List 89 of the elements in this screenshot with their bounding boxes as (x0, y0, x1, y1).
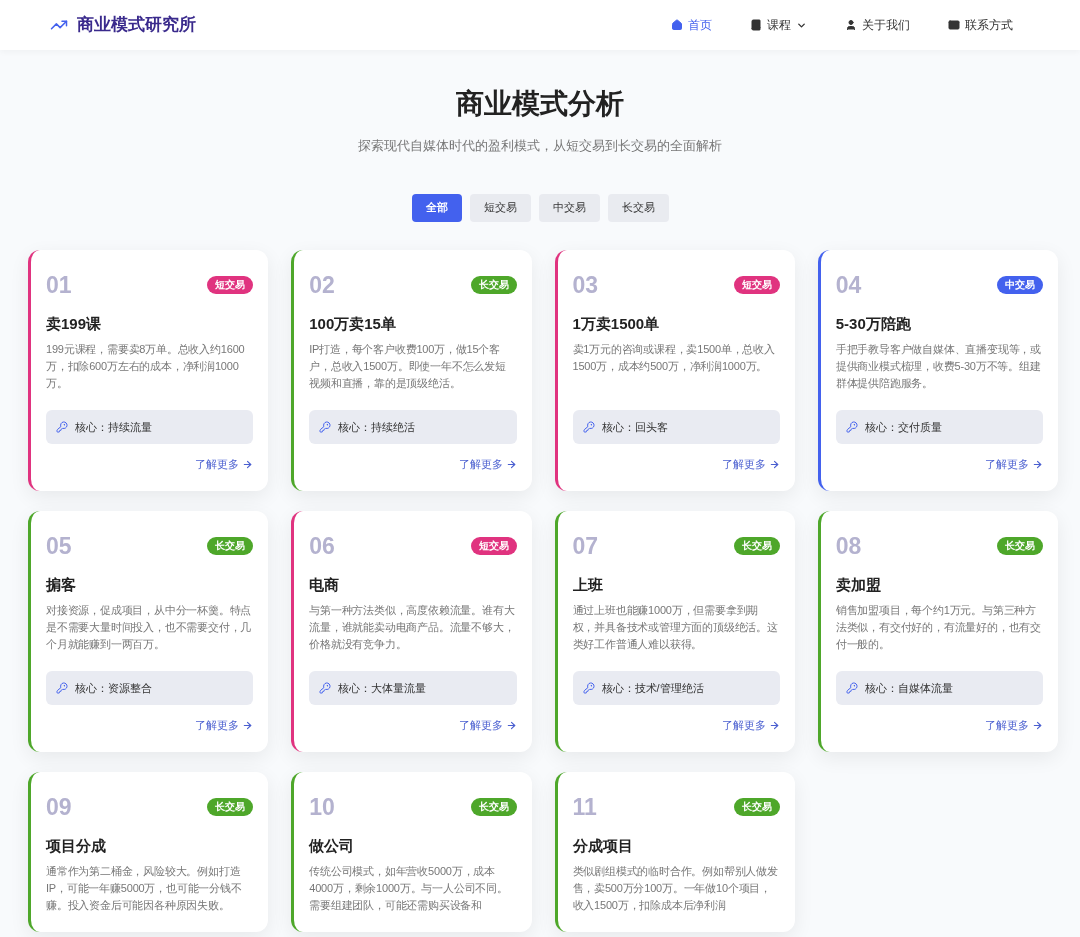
card-number: 10 (309, 795, 335, 819)
tag: 长交易 (470, 276, 517, 295)
card-description: 通常作为第二桶金，风险较大。例如打造IP，可能一年赚5000万，也可能一分钱不赚。投入资金后可能因各种原因失败。 (46, 864, 243, 914)
arrow-right-icon (242, 720, 254, 731)
arrow-right-icon (1032, 720, 1043, 731)
page-subtitle: 探索现代自媒体时代的盈利模式，从短交易到长交易的全面解析 (358, 138, 722, 155)
filter-tab[interactable]: 长交易 (607, 193, 669, 222)
card-number: 04 (835, 273, 862, 297)
core-text: 核心：大体量流量 (338, 681, 427, 696)
filter-tab[interactable]: 短交易 (469, 193, 531, 222)
nav-link[interactable]: 关于我们 (845, 16, 910, 34)
key-icon (845, 682, 858, 695)
card-title: 分成项目 (572, 835, 634, 856)
arrow-right-icon (768, 459, 780, 470)
home-icon (671, 19, 683, 31)
learn-more-link[interactable]: 了解更多 (195, 717, 254, 734)
tag: 短交易 (470, 537, 517, 556)
learn-more-link[interactable]: 了解更多 (721, 456, 780, 473)
page-title: 商业模式分析 (456, 87, 624, 121)
card-description: 销售加盟项目，每个约1万元。与第三种方法类似，有交付好的，有流量好的，也有交付一般的。 (835, 603, 1042, 653)
key-icon (845, 421, 858, 434)
tag: 长交易 (733, 798, 780, 817)
card-description: IP打造，每个客户收费100万，做15个客户，总收入1500万。即使一年不怎么发短视频和直播，靠的是顶级绝活。 (309, 342, 507, 392)
card-number: 03 (572, 273, 599, 297)
tag: 长交易 (997, 537, 1043, 556)
key-icon (319, 421, 332, 434)
card-title: 做公司 (309, 835, 356, 856)
core-text: 核心：技术/管理绝活 (601, 681, 704, 696)
key-icon (56, 421, 68, 434)
tag: 长交易 (733, 537, 780, 556)
card-number: 06 (309, 534, 335, 558)
card-number: 05 (46, 534, 72, 558)
card-description: 199元课程，需要卖8万单。总收入约1600万，扣除600万左右的成本，净利润1000万。 (46, 342, 246, 392)
learn-more-link[interactable]: 了解更多 (985, 456, 1043, 473)
card-description: 类似剧组模式的临时合作。例如帮别人做发售，卖500万分100万。一年做10个项目，收入1500万，扣除成本后净利润 (572, 864, 779, 914)
core-text: 核心：持续流量 (75, 420, 152, 435)
card-description: 与第一种方法类似，高度依赖流量。谁有大流量，谁就能卖动电商产品。流量不够大，价格就没有竞争力。 (309, 603, 516, 653)
filter-tab[interactable]: 中交易 (538, 193, 600, 222)
user-icon (845, 19, 857, 31)
card-description: 通过上班也能赚1000万，但需要拿到期权，并具备技术或管理方面的顶级绝活。这类好工作普通人难以获得。 (572, 603, 779, 653)
learn-more-link[interactable]: 了解更多 (985, 717, 1043, 734)
core-text: 核心：回头客 (601, 420, 668, 435)
core-text: 核心：持续绝活 (338, 420, 416, 435)
card-number: 07 (572, 534, 599, 558)
card-title: 电商 (309, 574, 341, 595)
tag: 短交易 (207, 276, 254, 295)
card-title: 项目分成 (46, 835, 107, 856)
nav-link[interactable]: 首页 (671, 16, 712, 34)
arrow-right-icon (505, 459, 517, 470)
arrow-right-icon (1032, 459, 1043, 470)
card-title: 1万卖1500单 (572, 313, 661, 334)
card-number: 01 (46, 273, 72, 297)
nav-link[interactable]: 联系方式 (948, 16, 1013, 34)
tag: 短交易 (733, 276, 780, 295)
card-description: 对接资源，促成项目，从中分一杯羹。特点是不需要大量时间投入，也不需要交付，几个月就能赚到一两百万。 (46, 603, 253, 653)
arrow-right-icon (768, 720, 780, 731)
filter-tab[interactable]: 全部 (411, 193, 462, 222)
learn-more-link[interactable]: 了解更多 (458, 717, 517, 734)
card-number: 08 (835, 534, 862, 558)
tag: 长交易 (470, 798, 517, 817)
brand-name[interactable]: 商业模式研究所 (77, 12, 196, 38)
card-title: 5-30万陪跑 (835, 313, 912, 334)
card-title: 上班 (572, 574, 604, 595)
key-icon (582, 421, 595, 434)
core-text: 核心：资源整合 (75, 681, 152, 696)
card-description: 传统公司模式，如年营收5000万，成本4000万，剩余1000万。与一人公司不同。需要组建团队，可能还需购买设备和 (309, 864, 509, 914)
card-title: 卖加盟 (835, 574, 882, 595)
learn-more-link[interactable]: 了解更多 (195, 456, 254, 473)
learn-more-link[interactable]: 了解更多 (458, 456, 517, 473)
nav-link[interactable]: 课程 (750, 16, 807, 34)
key-icon (582, 682, 595, 695)
tag: 长交易 (207, 798, 254, 817)
learn-more-link[interactable]: 了解更多 (721, 717, 780, 734)
card-number: 09 (46, 795, 72, 819)
card-description: 卖1万元的咨询或课程，卖1500单，总收入1500万，成本约500万，净利润1000万。 (572, 342, 776, 375)
card-title: 100万卖15单 (309, 313, 397, 334)
card-title: 卖199课 (46, 313, 103, 334)
core-text: 核心：自媒体流量 (864, 681, 953, 696)
key-icon (319, 682, 332, 695)
card-number: 02 (309, 273, 335, 297)
key-icon (56, 682, 68, 695)
card-title: 掮客 (46, 574, 77, 595)
tag: 长交易 (207, 537, 254, 556)
core-text: 核心：交付质量 (864, 420, 942, 435)
tag: 中交易 (997, 276, 1043, 295)
card-description: 手把手教导客户做自媒体、直播变现等，或提供商业模式梳理，收费5-30万不等。组建群体提供陪跑服务。 (835, 342, 1042, 392)
card-number: 11 (572, 795, 597, 819)
arrow-right-icon (505, 720, 517, 731)
arrow-right-icon (242, 459, 254, 470)
